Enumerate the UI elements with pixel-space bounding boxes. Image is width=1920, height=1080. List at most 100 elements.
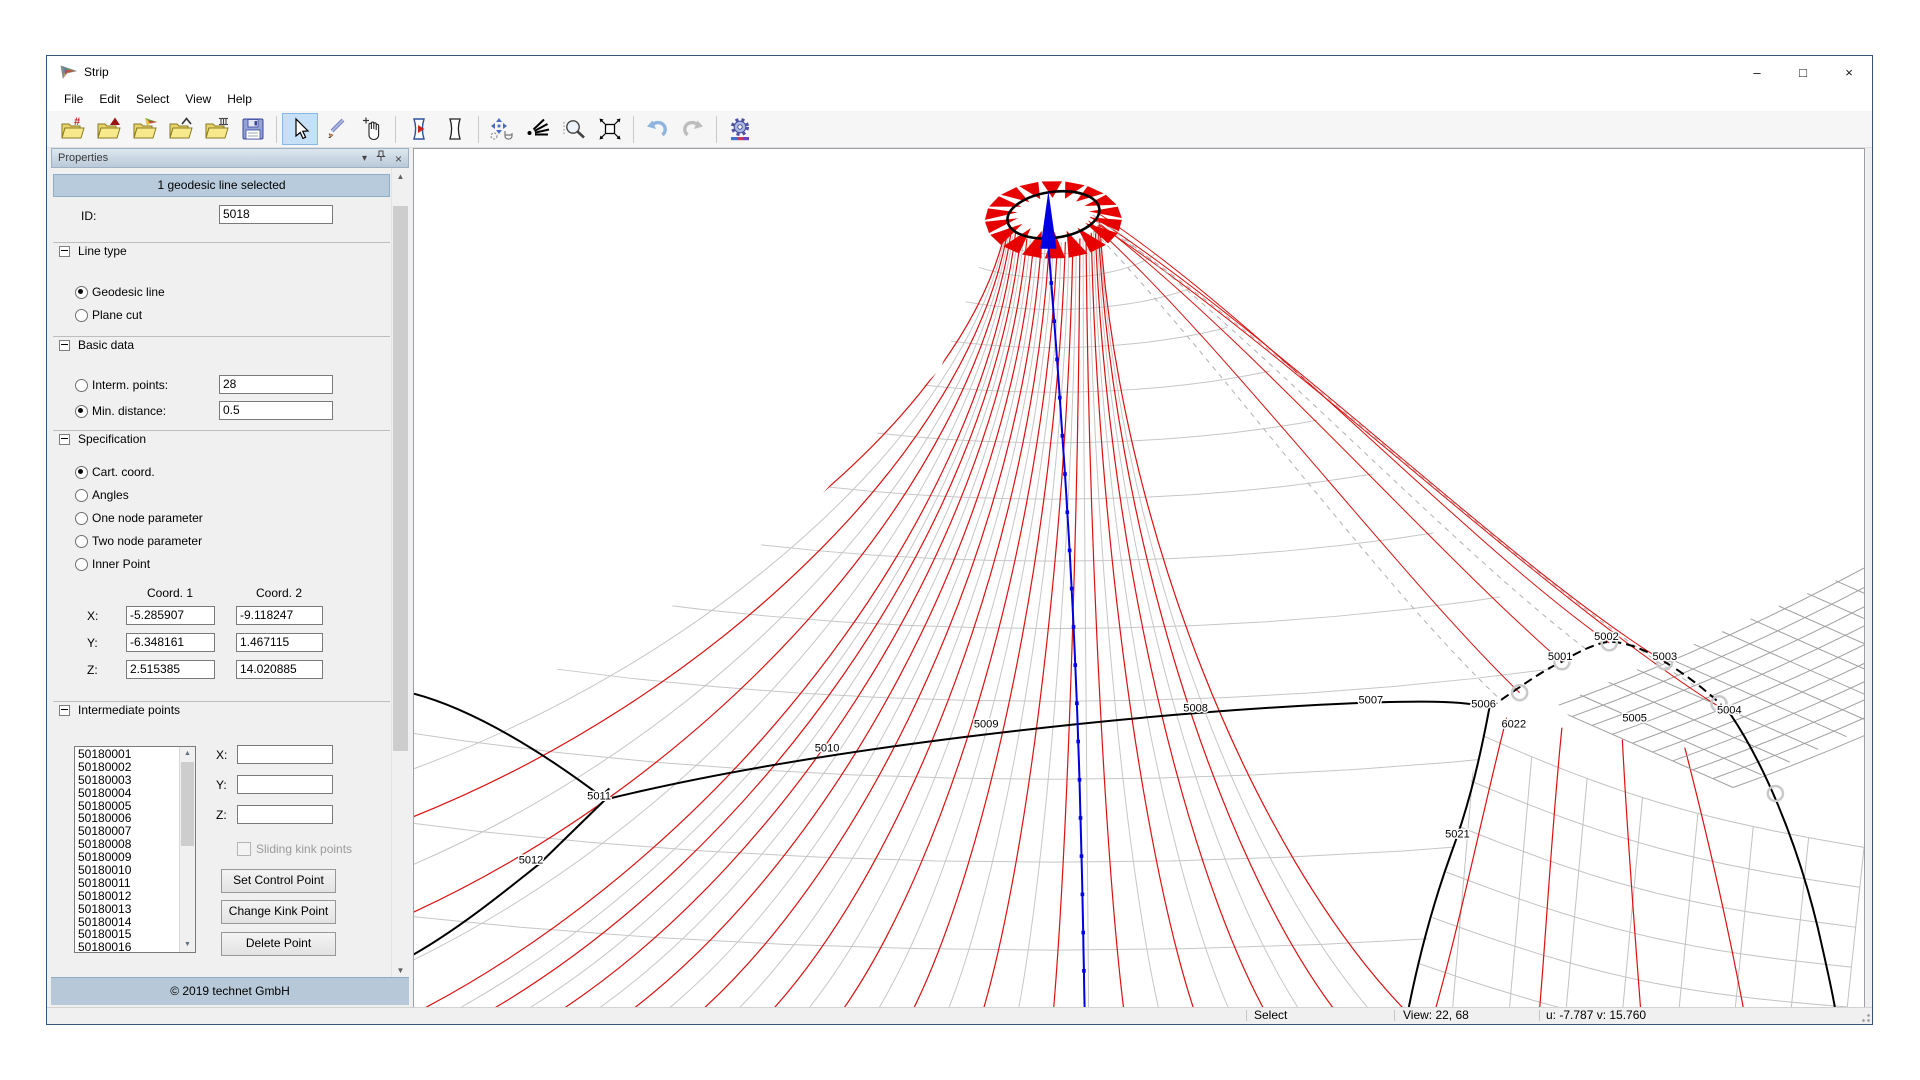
rays-button[interactable]: [520, 114, 556, 144]
strip-outline-button[interactable]: [437, 114, 473, 144]
properties-panel-titlebar[interactable]: Properties ▾ ×: [51, 148, 409, 168]
coord2-y-field[interactable]: 1.467115: [236, 633, 323, 652]
radio-one-node[interactable]: [75, 512, 88, 525]
list-item[interactable]: 50180011: [75, 877, 180, 890]
title-bar: Strip – □ ×: [47, 56, 1872, 89]
select-tool-button[interactable]: [282, 113, 318, 145]
collapse-icon[interactable]: [59, 340, 70, 351]
move-view-icon: [489, 116, 515, 142]
menu-select[interactable]: Select: [128, 89, 177, 111]
scroll-down-icon[interactable]: ▼: [180, 938, 195, 952]
resize-grip[interactable]: [1858, 1010, 1871, 1023]
undo-button[interactable]: [639, 114, 675, 144]
properties-panel: Properties ▾ × 1 geodesic line selected …: [51, 148, 409, 1005]
settings-gear-icon: [727, 116, 753, 142]
coord2-z-field[interactable]: 14.020885: [236, 660, 323, 679]
section-basic-data[interactable]: Basic data: [59, 338, 134, 352]
coord1-x-field[interactable]: -5.285907: [126, 606, 215, 625]
panel-dropdown-icon[interactable]: ▾: [362, 154, 367, 164]
radio-min-distance[interactable]: [75, 405, 88, 418]
sliding-kink-label: Sliding kink points: [256, 842, 352, 856]
membrane-drawing[interactable]: 5010500950085007500660225005500150025003…: [414, 149, 1864, 1007]
open-beam-folder-button[interactable]: [199, 114, 235, 144]
panel-scrollbar[interactable]: ▲ ▼: [391, 168, 409, 979]
strip-red-arrow-button[interactable]: [401, 114, 437, 144]
list-item[interactable]: 50180016: [75, 941, 180, 952]
list-item[interactable]: 50180001: [75, 748, 180, 761]
panel-close-icon[interactable]: ×: [395, 154, 402, 164]
ip-x-field[interactable]: [237, 745, 333, 764]
list-item[interactable]: 50180010: [75, 864, 180, 877]
zoom-window-button[interactable]: [592, 114, 628, 144]
delete-point-button[interactable]: Delete Point: [221, 932, 336, 956]
list-item[interactable]: 50180013: [75, 903, 180, 916]
properties-panel-title: Properties: [58, 152, 108, 164]
open-hash-folder-button[interactable]: #: [55, 114, 91, 144]
change-kink-point-button[interactable]: Change Kink Point: [221, 900, 336, 924]
open-triangle-folder-button[interactable]: [91, 114, 127, 144]
min-distance-field[interactable]: 0.5: [219, 401, 333, 420]
menu-view[interactable]: View: [177, 89, 219, 111]
radio-inner-point[interactable]: [75, 558, 88, 571]
collapse-icon[interactable]: [59, 434, 70, 445]
radio-angles[interactable]: [75, 489, 88, 502]
line-id-label: 5002: [1594, 631, 1619, 643]
move-view-button[interactable]: [484, 114, 520, 144]
id-label: ID:: [81, 209, 96, 223]
line-id-label: 5009: [974, 719, 999, 731]
radio-geodesic-line[interactable]: [75, 286, 88, 299]
radio-cart-coord-label: Cart. coord.: [92, 465, 155, 479]
scrollbar-thumb[interactable]: [393, 206, 408, 751]
radio-cart-coord[interactable]: [75, 466, 88, 479]
list-item[interactable]: 50180004: [75, 787, 180, 800]
coord2-x-field[interactable]: -9.118247: [236, 606, 323, 625]
menu-file[interactable]: File: [56, 89, 91, 111]
sliding-kink-checkbox[interactable]: [237, 842, 251, 856]
menu-help[interactable]: Help: [219, 89, 260, 111]
id-field[interactable]: 5018: [219, 205, 333, 224]
zoom-button[interactable]: [556, 114, 592, 144]
scroll-up-icon[interactable]: ▲: [180, 747, 195, 761]
list-scrollbar[interactable]: ▲ ▼: [179, 747, 195, 952]
list-item[interactable]: 50180002: [75, 761, 180, 774]
scrollbar-thumb[interactable]: [181, 762, 194, 846]
open-logo-folder-button[interactable]: [127, 114, 163, 144]
save-button[interactable]: [235, 114, 271, 144]
scroll-up-icon[interactable]: ▲: [392, 168, 409, 185]
edit-pencil-icon: [323, 116, 349, 142]
close-button[interactable]: ×: [1826, 56, 1872, 89]
coord1-z-field[interactable]: 2.515385: [126, 660, 215, 679]
list-item[interactable]: 50180003: [75, 774, 180, 787]
ip-z-field[interactable]: [237, 805, 333, 824]
section-specification[interactable]: Specification: [59, 432, 146, 446]
radio-plane-cut[interactable]: [75, 309, 88, 322]
redo-button[interactable]: [675, 114, 711, 144]
rays-icon: [525, 116, 551, 142]
set-control-point-button[interactable]: Set Control Point: [221, 869, 336, 893]
coord1-y-field[interactable]: -6.348161: [126, 633, 215, 652]
panel-pin-icon[interactable]: [376, 150, 386, 168]
edit-pencil-button[interactable]: [318, 114, 354, 144]
pan-hand-button[interactable]: [354, 114, 390, 144]
open-hash-folder-icon: #: [60, 116, 86, 142]
settings-gear-button[interactable]: [722, 114, 758, 144]
line-id-label: 5001: [1548, 651, 1573, 663]
radio-interm-points[interactable]: [75, 379, 88, 392]
radio-geodesic-line-label: Geodesic line: [92, 285, 165, 299]
radio-two-node[interactable]: [75, 535, 88, 548]
ip-y-field[interactable]: [237, 775, 333, 794]
drawing-canvas[interactable]: 5010500950085007500660225005500150025003…: [413, 148, 1865, 1008]
intermediate-points-list[interactable]: 5018000150180002501800035018000450180005…: [74, 746, 196, 953]
collapse-icon[interactable]: [59, 246, 70, 257]
toolbar-separator: [478, 116, 479, 143]
list-item[interactable]: 50180012: [75, 890, 180, 903]
minimize-button[interactable]: –: [1734, 56, 1780, 89]
collapse-icon[interactable]: [59, 705, 70, 716]
maximize-button[interactable]: □: [1780, 56, 1826, 89]
menu-edit[interactable]: Edit: [91, 89, 128, 111]
interm-points-field[interactable]: 28: [219, 375, 333, 394]
section-intermediate-points[interactable]: Intermediate points: [59, 703, 180, 717]
section-line-type[interactable]: Line type: [59, 244, 127, 258]
line-id-label: 5008: [1183, 703, 1208, 715]
open-caret-folder-button[interactable]: [163, 114, 199, 144]
